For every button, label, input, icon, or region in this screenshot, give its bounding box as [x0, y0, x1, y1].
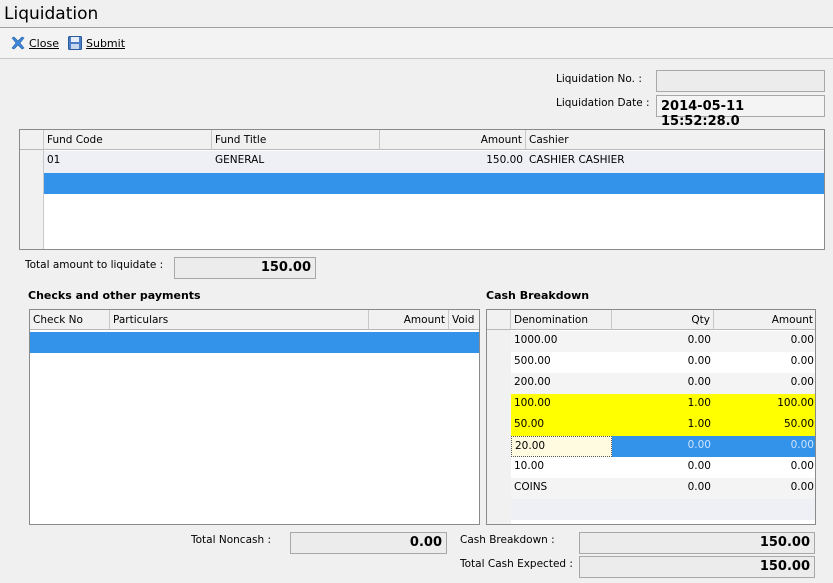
window-title: Liquidation	[4, 4, 99, 24]
amount-cell: 0.00	[790, 439, 814, 451]
denomination-cell: 50.00	[514, 418, 545, 430]
table-row[interactable]: 10.00 0.00 0.00	[511, 457, 815, 478]
column-header[interactable]: Qty	[612, 310, 714, 330]
total-noncash-label: Total Noncash :	[191, 534, 272, 546]
cash-breakdown-total-value: 150.00	[579, 532, 815, 554]
submit-button[interactable]: Submit	[67, 34, 125, 52]
amount-cell: 0.00	[790, 481, 814, 493]
qty-cell[interactable]: 1.00	[612, 394, 714, 415]
table-row[interactable]: 500.00 0.00 0.00	[511, 352, 815, 373]
empty-row[interactable]	[511, 499, 815, 520]
toolbar-divider	[0, 58, 833, 59]
denomination-cell: 100.00	[514, 397, 551, 409]
qty-cell[interactable]: 0.00	[612, 457, 714, 478]
amount-cell: 0.00	[790, 376, 814, 388]
column-header[interactable]: Fund Title	[212, 130, 380, 150]
denomination-cell: 500.00	[514, 355, 551, 367]
total-liquidate-value: 150.00	[174, 257, 316, 279]
fund-title-cell: GENERAL	[215, 154, 265, 166]
qty-cell[interactable]: 1.00	[612, 415, 714, 436]
amount-cell: 0.00	[790, 460, 814, 472]
total-cash-expected-value: 150.00	[579, 556, 815, 578]
close-label: Close	[29, 36, 59, 50]
cash-section-title: Cash Breakdown	[486, 289, 590, 302]
table-row-highlighted[interactable]: 100.00 1.00 100.00	[511, 394, 815, 415]
liquidation-no-field[interactable]	[656, 70, 825, 92]
close-icon	[11, 36, 25, 50]
row-header-column	[20, 150, 44, 249]
cash-breakdown-table[interactable]: Denomination Qty Amount 1000.00 0.00 0.0…	[486, 309, 816, 525]
column-header[interactable]: Check No	[30, 310, 110, 330]
total-cash-expected-label: Total Cash Expected :	[460, 558, 573, 570]
row-header-corner	[20, 130, 44, 150]
amount-cell: 50.00	[783, 418, 814, 430]
column-header[interactable]: Fund Code	[44, 130, 212, 150]
fund-table[interactable]: Fund Code Fund Title Amount Cashier 01 G…	[19, 129, 825, 250]
amount-cell: 100.00	[777, 397, 814, 409]
denomination-cell: 200.00	[514, 376, 551, 388]
column-header[interactable]: Void	[449, 310, 479, 330]
row-header-column	[487, 330, 511, 524]
column-header[interactable]: Cashier	[526, 130, 824, 150]
table-row-highlighted[interactable]: 50.00 1.00 50.00	[511, 415, 815, 436]
selected-empty-row[interactable]	[30, 332, 479, 353]
cash-breakdown-total-label: Cash Breakdown :	[460, 534, 555, 546]
row-header-corner	[487, 310, 511, 330]
qty-cell[interactable]: 0.00	[612, 478, 714, 499]
amount-cell: 0.00	[790, 334, 814, 346]
column-header[interactable]: Denomination	[511, 310, 612, 330]
table-row[interactable]: COINS 0.00 0.00	[511, 478, 815, 499]
checks-table[interactable]: Check No Particulars Amount Void	[29, 309, 480, 525]
submit-label: Submit	[86, 36, 126, 50]
qty-cell[interactable]: 0.00	[612, 373, 714, 394]
table-row-selected[interactable]: 20.00 0.00 0.00	[511, 436, 815, 457]
denomination-cell: 20.00	[511, 436, 612, 457]
column-header[interactable]: Particulars	[110, 310, 369, 330]
amount-cell: 0.00	[790, 355, 814, 367]
qty-cell[interactable]: 0.00	[612, 331, 714, 352]
table-row[interactable]: 01 GENERAL 150.00 CASHIER CASHIER	[44, 151, 824, 173]
denomination-cell: COINS	[514, 481, 548, 493]
column-header[interactable]: Amount	[714, 310, 815, 330]
liquidation-date-field[interactable]: 2014-05-11 15:52:28.0	[656, 95, 825, 129]
total-liquidate-label: Total amount to liquidate :	[25, 259, 164, 271]
column-header[interactable]: Amount	[380, 130, 526, 150]
qty-cell[interactable]: 0.00	[612, 352, 714, 373]
save-icon	[68, 36, 82, 50]
table-row[interactable]: 200.00 0.00 0.00	[511, 373, 815, 394]
column-header[interactable]: Amount	[369, 310, 449, 330]
cashier-cell: CASHIER CASHIER	[529, 154, 625, 166]
close-button[interactable]: Close	[10, 34, 59, 52]
table-row[interactable]: 1000.00 0.00 0.00	[511, 331, 815, 352]
denomination-cell: 1000.00	[514, 334, 558, 346]
qty-cell[interactable]: 0.00	[612, 436, 714, 457]
liquidation-no-label: Liquidation No. :	[556, 73, 642, 85]
amount-cell: 150.00	[486, 154, 523, 166]
liquidation-date-label: Liquidation Date :	[556, 97, 650, 109]
selected-empty-row[interactable]	[44, 173, 824, 194]
denomination-cell: 10.00	[514, 460, 545, 472]
checks-section-title: Checks and other payments	[28, 289, 201, 302]
fund-code-cell: 01	[47, 154, 61, 166]
total-noncash-value: 0.00	[290, 532, 447, 554]
